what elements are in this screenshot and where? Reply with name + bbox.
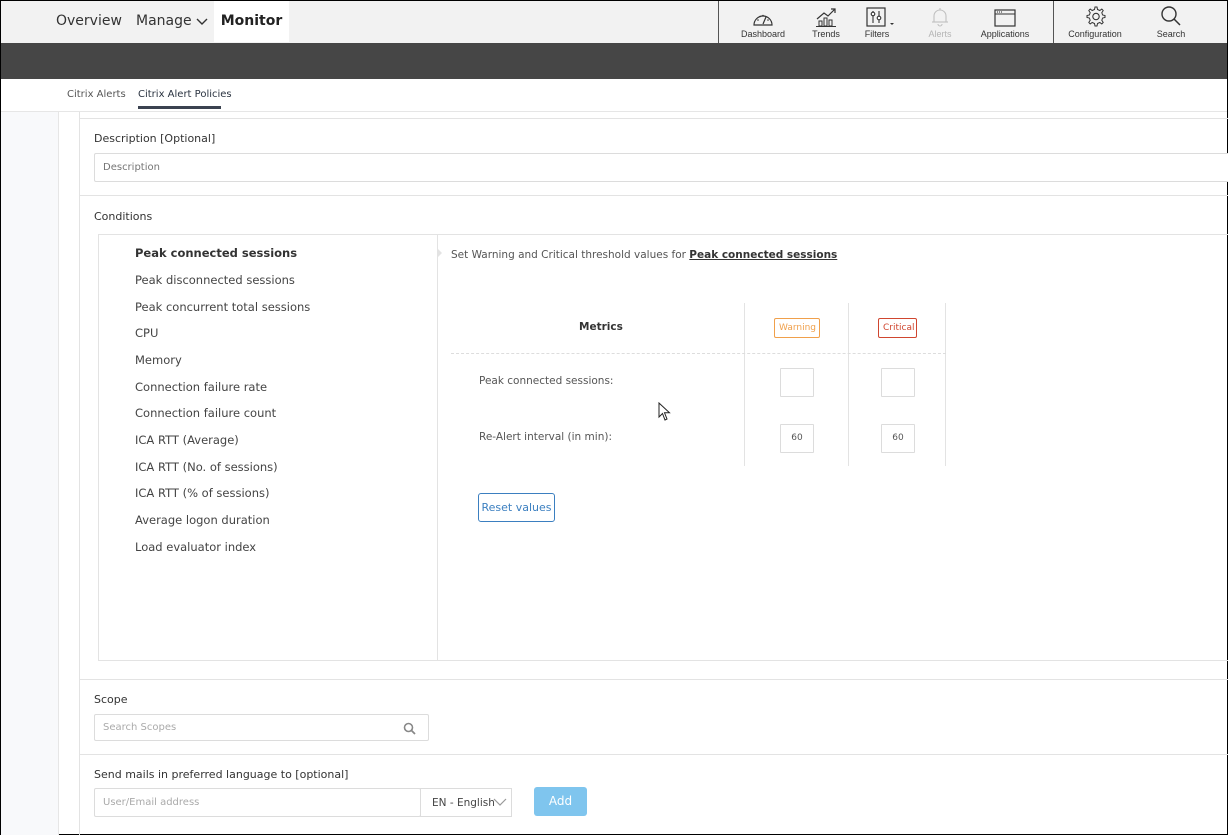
description-input[interactable]: [94, 153, 1228, 182]
metric-item[interactable]: Load evaluator index: [135, 540, 256, 554]
toolbar-label: Applications: [980, 29, 1030, 39]
metric-item[interactable]: ICA RTT (Average): [135, 433, 239, 447]
metric-item[interactable]: Peak connected sessions: [135, 246, 297, 260]
chevron-down-icon: [493, 798, 507, 806]
toolbar-label: Alerts: [928, 29, 952, 39]
application-window-icon: [994, 9, 1016, 27]
toolbar-alerts: Alerts: [925, 1, 955, 42]
section-divider: [80, 679, 1228, 680]
scope-placeholder: Search Scopes: [103, 722, 177, 733]
peak-critical-input[interactable]: [881, 368, 915, 397]
gear-icon: [1086, 6, 1106, 27]
toolbar-divider: [718, 1, 719, 43]
header-band: [1, 43, 1227, 79]
metric-item[interactable]: Memory: [135, 353, 182, 367]
top-navigation-bar: Overview Manage Monitor Dashboard Trends…: [1, 1, 1227, 43]
critical-badge: Critical: [878, 318, 917, 338]
table-header-divider: [451, 353, 946, 354]
conditions-panel: [98, 234, 1228, 661]
description-label: Description [Optional]: [94, 132, 216, 145]
chevron-down-icon[interactable]: [196, 1, 208, 42]
left-sidebar-strip: [1, 112, 59, 835]
dashboard-gauge-icon: [753, 14, 773, 26]
bell-icon: [932, 8, 948, 27]
metric-item[interactable]: Connection failure count: [135, 406, 276, 420]
scope-search-input[interactable]: Search Scopes: [94, 714, 429, 741]
active-tab-indicator: [138, 106, 221, 109]
peak-warning-input[interactable]: [780, 368, 814, 397]
content-border: [79, 112, 80, 835]
threshold-instructions: Set Warning and Critical threshold value…: [451, 249, 837, 261]
conditions-divider: [437, 235, 438, 661]
realert-critical-input[interactable]: 60: [881, 424, 915, 453]
selected-metric-link[interactable]: Peak connected sessions: [689, 249, 837, 261]
metric-item[interactable]: Connection failure rate: [135, 380, 267, 394]
toolbar-label: Configuration: [1068, 29, 1122, 39]
nav-manage[interactable]: Manage: [136, 1, 192, 42]
conditions-label: Conditions: [94, 210, 153, 223]
section-divider: [80, 754, 1228, 755]
toolbar-search[interactable]: Search: [1151, 1, 1191, 42]
tab-citrix-alerts[interactable]: Citrix Alerts: [67, 89, 126, 100]
metric-item[interactable]: ICA RTT (% of sessions): [135, 486, 269, 500]
nav-overview[interactable]: Overview: [56, 1, 122, 42]
metric-item[interactable]: Average logon duration: [135, 513, 270, 527]
toolbar-dashboard[interactable]: Dashboard: [738, 1, 788, 42]
reset-values-button[interactable]: Reset values: [478, 493, 555, 522]
language-select[interactable]: EN - English: [420, 788, 512, 817]
trends-chart-icon: [816, 8, 836, 27]
toolbar-label: Dashboard: [740, 29, 786, 39]
metric-item[interactable]: ICA RTT (No. of sessions): [135, 460, 278, 474]
search-icon: [1161, 6, 1181, 26]
selection-pointer: [438, 249, 442, 257]
table-divider: [848, 303, 849, 466]
row-label-peak-connected: Peak connected sessions:: [479, 375, 614, 387]
nav-monitor[interactable]: Monitor: [214, 1, 289, 42]
search-icon[interactable]: [403, 722, 416, 735]
toolbar-configuration[interactable]: Configuration: [1064, 1, 1126, 42]
toolbar-filters[interactable]: Filters: [859, 1, 903, 42]
language-value: EN - English: [432, 796, 495, 809]
metric-item[interactable]: Peak disconnected sessions: [135, 273, 295, 287]
filters-sliders-icon: [866, 7, 894, 27]
realert-warning-input[interactable]: 60: [780, 424, 814, 453]
section-divider: [80, 195, 1228, 196]
scope-label: Scope: [94, 693, 128, 706]
mail-label: Send mails in preferred language to [opt…: [94, 768, 349, 781]
mouse-cursor-icon: [658, 401, 671, 426]
email-field[interactable]: User/Email address: [94, 788, 421, 817]
add-button[interactable]: Add: [534, 787, 587, 816]
toolbar-label: Filters: [864, 29, 890, 39]
toolbar-applications[interactable]: Applications: [976, 1, 1034, 42]
threshold-prefix: Set Warning and Critical threshold value…: [451, 249, 686, 261]
row-label-realert: Re-Alert interval (in min):: [479, 431, 612, 443]
table-divider: [945, 303, 946, 466]
warning-badge: Warning: [774, 318, 820, 338]
toolbar-divider: [1053, 1, 1054, 43]
tab-citrix-alert-policies[interactable]: Citrix Alert Policies: [138, 89, 232, 100]
email-placeholder: User/Email address: [103, 797, 200, 808]
section-divider: [80, 118, 1228, 119]
metrics-header: Metrics: [579, 321, 623, 333]
toolbar-trends[interactable]: Trends: [806, 1, 846, 42]
metric-item[interactable]: CPU: [135, 326, 158, 340]
metric-item[interactable]: Peak concurrent total sessions: [135, 300, 310, 314]
sub-navigation: Citrix Alerts Citrix Alert Policies: [1, 79, 1227, 112]
toolbar-label: Trends: [812, 29, 840, 39]
toolbar-label: Search: [1156, 29, 1186, 39]
table-divider: [744, 303, 745, 466]
